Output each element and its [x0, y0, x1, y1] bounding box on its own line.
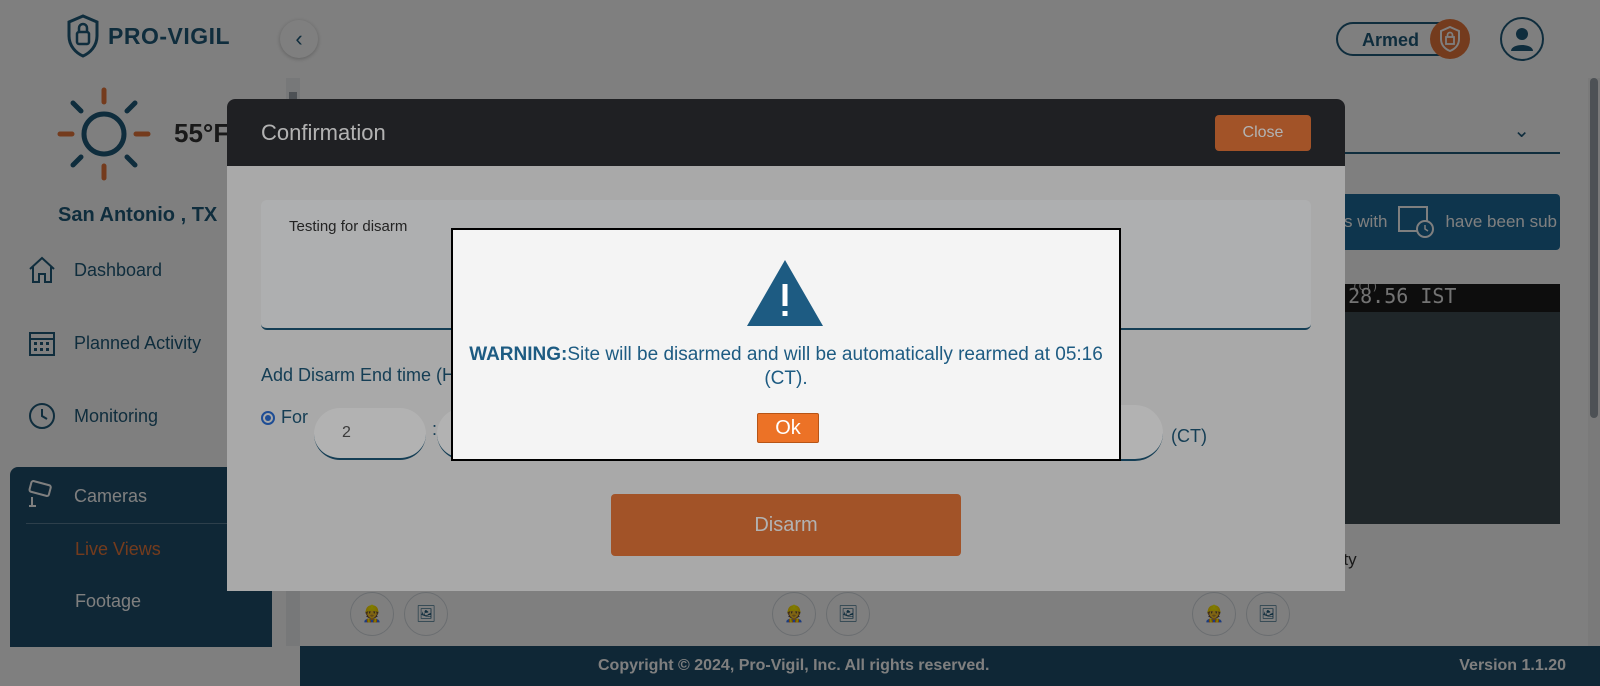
alert-message: WARNING:Site will be disarmed and will b…	[453, 343, 1119, 391]
ok-button[interactable]: Ok	[757, 413, 819, 443]
warning-alert: WARNING:Site will be disarmed and will b…	[451, 228, 1121, 461]
alert-message-text: Site will be disarmed and will be automa…	[567, 344, 1103, 389]
warning-triangle-icon	[747, 260, 823, 326]
warning-label: WARNING:	[469, 344, 568, 365]
